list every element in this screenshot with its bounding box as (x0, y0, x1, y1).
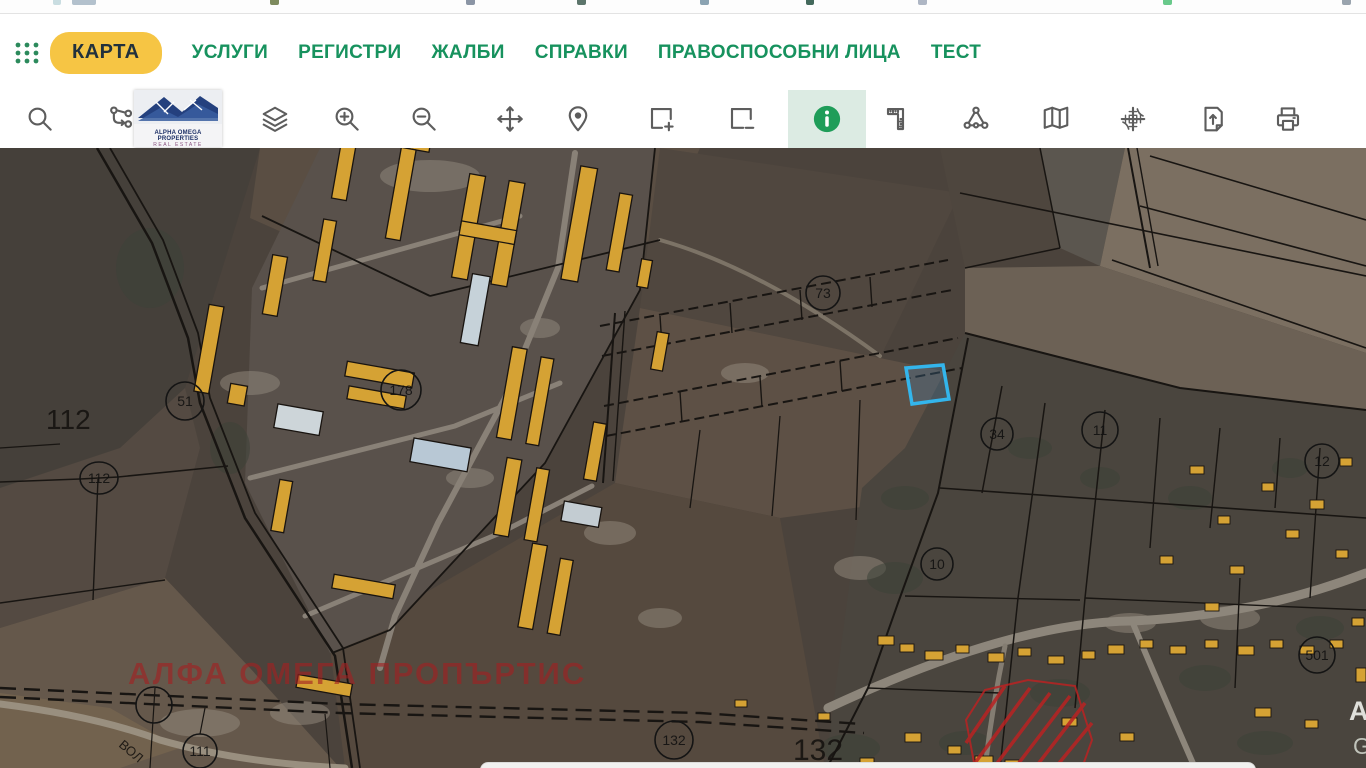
edge-watermark-line2: G (1353, 733, 1366, 759)
menu-item-uslugi[interactable]: УСЛУГИ (192, 42, 268, 64)
parcel-number-label: 51 (177, 393, 193, 409)
info-tool-icon[interactable] (810, 102, 844, 136)
edge-watermark-line1: А (1349, 696, 1366, 726)
app-grid-icon[interactable] (11, 37, 43, 69)
browser-tab-fragment (1163, 0, 1172, 5)
location-pin-icon[interactable] (561, 102, 595, 136)
browser-tab-fragment (53, 0, 61, 5)
print-icon[interactable] (1271, 102, 1305, 136)
coordinate-grid-icon[interactable] (1116, 102, 1150, 136)
menu-item-pravosposobni-litsa[interactable]: ПРАВОСПОСОБНИ ЛИЦА (658, 42, 901, 64)
browser-tab-fragment (1342, 0, 1351, 5)
pan-icon[interactable] (493, 102, 527, 136)
logo-title: ALPHA OMEGA PROPERTIES (134, 130, 222, 142)
menu-item-registri[interactable]: РЕГИСТРИ (298, 42, 401, 64)
map-sheet-icon[interactable] (1039, 102, 1073, 136)
logo-mountains (134, 90, 222, 124)
alpha-omega-logo-watermark: ALPHA OMEGA PROPERTIES REAL ESTATE (134, 90, 222, 147)
parcel-number-label: 112 (88, 470, 111, 486)
parcel-area-label: 112 (46, 404, 91, 435)
menu-item-karta[interactable]: КАРТА (50, 32, 162, 74)
map-watermark: АЛФА ОМЕГА ПРОПЪРТИС (128, 656, 586, 691)
cadastre-app-window: { "tab_strip": { "fragments": [ {"x":53,… (0, 0, 1366, 768)
browser-tab-fragment (806, 0, 814, 5)
logo-subtitle: REAL ESTATE (134, 142, 222, 147)
browser-tab-fragment (577, 0, 586, 5)
parcel-number-label: 34 (989, 426, 1005, 442)
parcel-number-label: 11 (1093, 422, 1108, 438)
parcel-number-label: 12 (1314, 453, 1330, 469)
browser-tab-fragment (700, 0, 709, 5)
browser-tab-fragment (270, 0, 279, 5)
parcel-number-label: 178 (389, 382, 413, 398)
bottom-scroll-bar[interactable] (480, 762, 1256, 768)
menu-item-spravki[interactable]: СПРАВКИ (535, 42, 628, 64)
parcel-number-label: 10 (929, 556, 945, 572)
cadastral-map-canvas[interactable]: 511121787334111210132501111112132ВОЛ АЛФ… (0, 148, 1366, 768)
selected-parcel[interactable] (906, 365, 949, 404)
menu-item-zhalbi[interactable]: ЖАЛБИ (431, 42, 504, 64)
remove-area-icon[interactable] (725, 102, 759, 136)
parcel-number-label: 111 (189, 743, 210, 759)
zoom-out-icon[interactable] (407, 102, 441, 136)
parcel-number-label: 73 (815, 285, 831, 301)
search-icon[interactable] (23, 102, 57, 136)
browser-tab-fragment (466, 0, 475, 5)
export-document-icon[interactable] (1196, 102, 1230, 136)
map-toolbar: ALPHA OMEGA PROPERTIES REAL ESTATE (0, 90, 1366, 148)
parcel-number-label: 501 (1305, 647, 1329, 663)
browser-tab-strip (0, 0, 1366, 14)
add-area-icon[interactable] (645, 102, 679, 136)
browser-tab-fragment (918, 0, 927, 5)
area-measure-icon[interactable] (959, 102, 993, 136)
main-menu-bar: КАРТА УСЛУГИ РЕГИСТРИ ЖАЛБИ СПРАВКИ ПРАВ… (0, 15, 1366, 90)
zoom-in-icon[interactable] (330, 102, 364, 136)
measure-ruler-icon[interactable] (881, 102, 915, 136)
parcel-number-label: 132 (662, 732, 686, 748)
layers-icon[interactable] (258, 102, 292, 136)
menu-item-test[interactable]: ТЕСТ (931, 42, 981, 64)
browser-tab-fragment (72, 0, 96, 5)
